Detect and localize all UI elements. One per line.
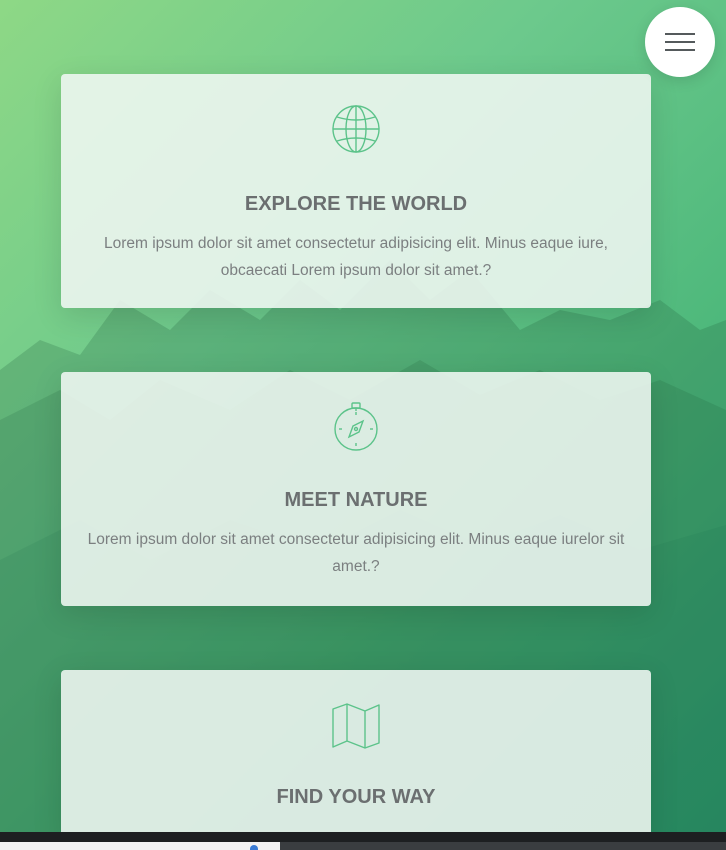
feature-description: Lorem ipsum dolor sit amet consectetur a…: [87, 531, 625, 575]
feature-card-nature: MEET NATURE Lorem ipsum dolor sit amet c…: [61, 372, 651, 606]
feature-title: EXPLORE THE WORLD: [244, 193, 468, 215]
taskbar-right: [280, 842, 726, 850]
map-icon: [332, 703, 380, 749]
taskbar-left: [0, 842, 280, 850]
feature-card-explore: EXPLORE THE WORLD Lorem ipsum dolor sit …: [61, 74, 651, 308]
feature-description: Lorem ipsum dolor sit amet consectetur a…: [104, 235, 608, 279]
taskbar-strip: [0, 832, 726, 850]
feature-card-find-way: FIND YOUR WAY: [61, 670, 651, 840]
hero-background: EXPLORE THE WORLD Lorem ipsum dolor sit …: [0, 0, 726, 850]
compass-icon: [334, 402, 378, 451]
hamburger-menu-icon-line: [665, 41, 695, 43]
feature-title: MEET NATURE: [284, 489, 428, 511]
hamburger-menu-icon-line: [665, 49, 695, 51]
app-indicator-icon: [250, 845, 258, 850]
hamburger-menu-icon: [665, 33, 695, 35]
feature-title: FIND YOUR WAY: [276, 786, 436, 808]
globe-icon: [332, 105, 380, 153]
menu-button[interactable]: [645, 7, 715, 77]
